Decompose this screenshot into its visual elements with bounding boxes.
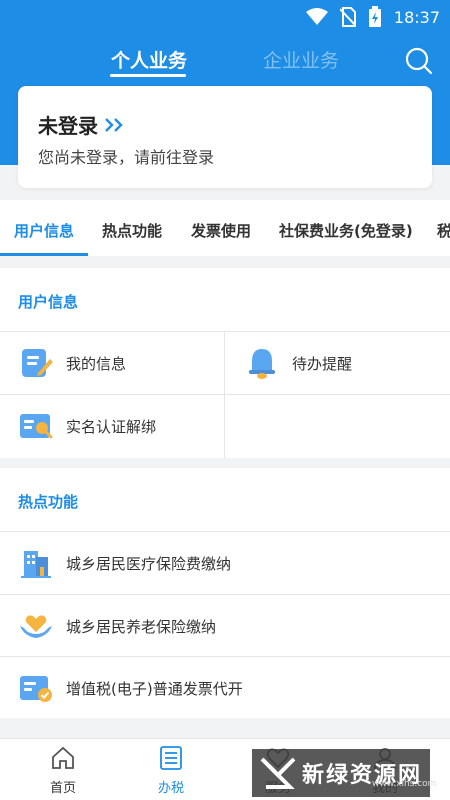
category-tabs: 用户信息 热点功能 发票使用 社保费业务(免登录) 税 (0, 200, 450, 256)
invoice-check-icon (20, 676, 52, 702)
top-tabs: 个人业务 企业业务 (0, 42, 450, 82)
real-name-unbind-item[interactable]: 实名认证解绑 (18, 408, 156, 444)
login-title: 未登录 (38, 110, 126, 139)
watermark-logo-icon (260, 757, 296, 789)
user-info-section: 用户信息 我的信息 待办提醒 实名认证解绑 (0, 268, 450, 458)
vat-invoice-item[interactable]: 增值税(电子)普通发票代开 (0, 657, 450, 719)
my-info-label: 我的信息 (66, 354, 127, 373)
login-card[interactable]: 未登录 您尚未登录，请前往登录 (18, 86, 432, 188)
section-title-user-info: 用户信息 (18, 293, 79, 311)
cat-tab-user-info[interactable]: 用户信息 (14, 220, 74, 241)
real-name-unbind-label: 实名认证解绑 (66, 417, 157, 436)
rural-pension-insurance-label: 城乡居民养老保险缴纳 (66, 617, 217, 636)
my-info-item[interactable]: 我的信息 (18, 345, 126, 381)
vat-invoice-label: 增值税(电子)普通发票代开 (66, 679, 243, 698)
watermark-url: www.xlhs.com (372, 779, 437, 789)
id-card-search-icon (20, 414, 53, 439)
status-bar: 18:37 (0, 0, 450, 34)
hot-functions-section: 热点功能 城乡居民医疗保险费缴纳 城乡居民养老保险缴纳 增值税(电子)普通发票代 (0, 468, 450, 718)
cat-tab-tax[interactable]: 税 (437, 220, 450, 241)
cat-tab-social-security[interactable]: 社保费业务(免登录) (279, 220, 413, 241)
rural-medical-insurance-label: 城乡居民医疗保险费缴纳 (66, 554, 232, 573)
rural-medical-insurance-item[interactable]: 城乡居民医疗保险费缴纳 (0, 532, 450, 594)
bell-icon (249, 349, 275, 379)
cat-tab-underline (0, 253, 88, 256)
double-chevron-right-icon (105, 117, 123, 132)
nav-home-label: 首页 (49, 781, 76, 796)
cat-tab-invoice-use[interactable]: 发票使用 (191, 220, 251, 241)
search-icon[interactable] (404, 46, 434, 76)
divider (224, 331, 225, 458)
nav-tax-label: 办税 (157, 781, 184, 796)
hospital-building-icon (21, 551, 51, 578)
nav-home[interactable]: 首页 (33, 745, 93, 796)
tab-enterprise-business[interactable]: 企业业务 (263, 46, 339, 73)
cat-tab-hot-functions[interactable]: 热点功能 (102, 220, 162, 241)
login-title-text: 未登录 (38, 114, 98, 138)
todo-reminder-item[interactable]: 待办提醒 (244, 345, 352, 381)
divider (0, 394, 450, 395)
document-edit-icon (22, 349, 53, 377)
tax-list-icon (160, 746, 182, 770)
tab-underline (110, 74, 186, 77)
nav-tax[interactable]: 办税 (141, 745, 201, 796)
no-sim-icon (339, 7, 356, 27)
wifi-icon (305, 8, 328, 25)
section-title-hot-functions: 热点功能 (18, 493, 79, 511)
divider (0, 331, 450, 332)
heart-hands-icon (20, 615, 52, 638)
home-icon (52, 746, 74, 769)
status-time: 18:37 (393, 7, 440, 27)
login-subtitle: 您尚未登录，请前往登录 (38, 148, 215, 167)
todo-reminder-label: 待办提醒 (292, 354, 353, 373)
battery-charging-icon (368, 6, 381, 27)
tab-personal-business[interactable]: 个人业务 (111, 46, 187, 73)
watermark: 新绿资源网 www.xlhs.com (252, 749, 436, 797)
rural-pension-insurance-item[interactable]: 城乡居民养老保险缴纳 (0, 595, 450, 657)
